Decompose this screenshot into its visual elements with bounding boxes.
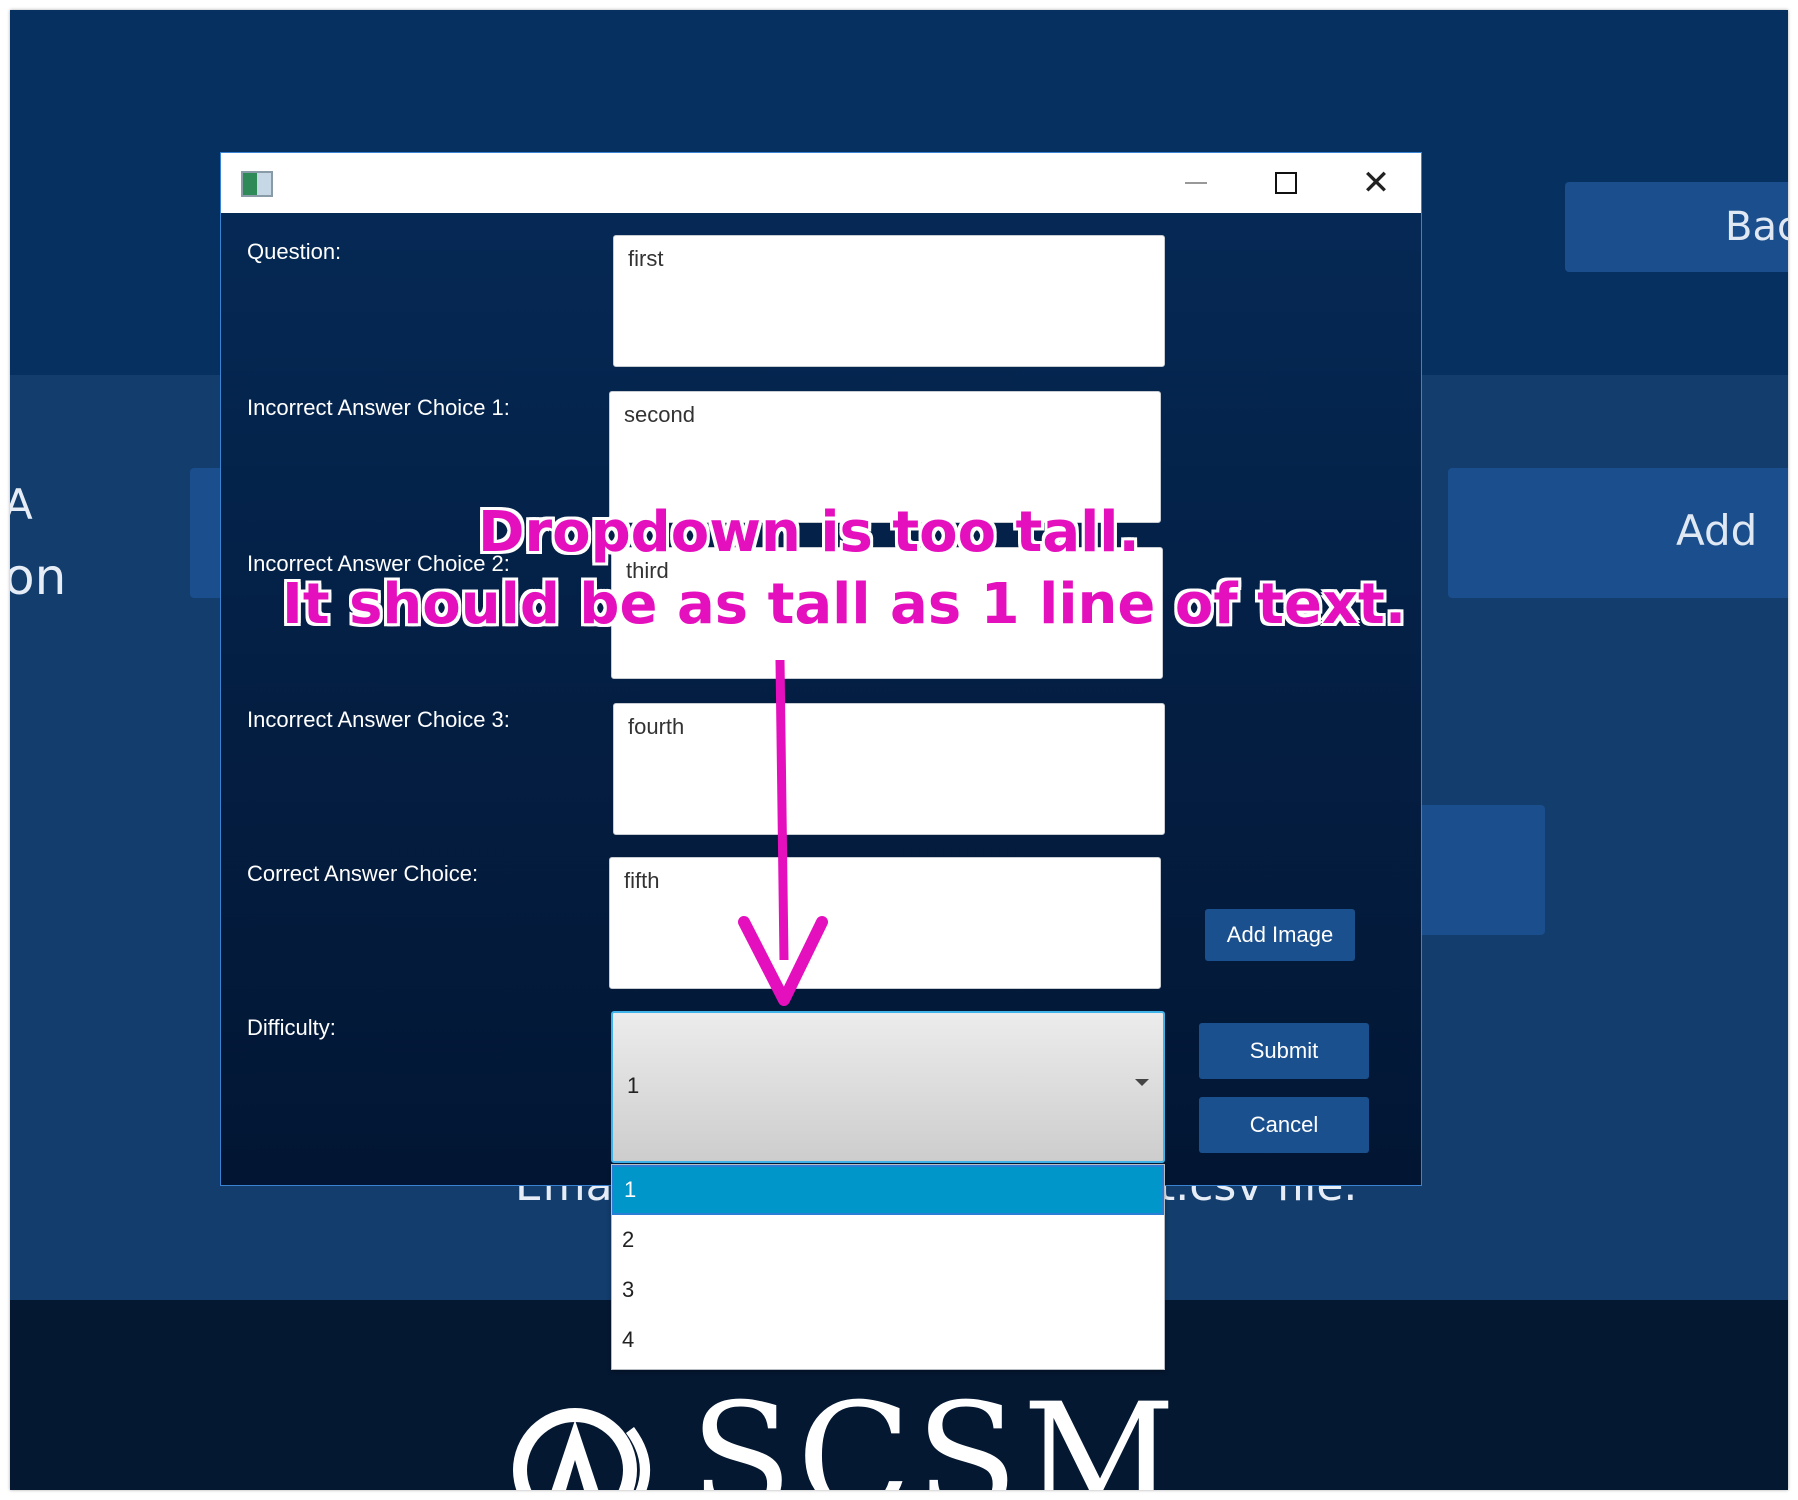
difficulty-selected-value: 1	[627, 1073, 640, 1098]
maximize-icon	[1275, 172, 1297, 194]
add-image-button[interactable]: Add Image	[1205, 909, 1355, 961]
background-text-fragment: on	[10, 548, 67, 606]
cancel-button[interactable]: Cancel	[1199, 1097, 1369, 1153]
back-button-label: Back	[1725, 204, 1788, 250]
maximize-button[interactable]	[1241, 153, 1331, 213]
incorrect-answer-3-label: Incorrect Answer Choice 3:	[247, 707, 510, 732]
difficulty-options-list: 1 2 3 4	[611, 1164, 1165, 1370]
background-text-fragment: A	[10, 480, 33, 529]
add-button-label: Add	[1676, 506, 1758, 555]
difficulty-dropdown[interactable]: 1	[611, 1011, 1165, 1163]
close-icon: ✕	[1361, 163, 1391, 203]
submit-button[interactable]: Submit	[1199, 1023, 1369, 1079]
minimize-button[interactable]	[1151, 153, 1241, 213]
dialog-titlebar[interactable]: ✕	[221, 153, 1421, 213]
add-button[interactable]: Add	[1448, 468, 1788, 598]
annotation-arrow-icon	[738, 660, 828, 1006]
app-window-icon	[241, 171, 273, 197]
background-panel	[1410, 805, 1545, 935]
question-field[interactable]: first	[613, 235, 1165, 367]
difficulty-option[interactable]: 1	[612, 1165, 1164, 1215]
scsm-logo-emblem-icon	[513, 1408, 650, 1490]
screenshot-frame: Back Add A on Ema t.csv file. SCSM ✕ Que…	[10, 10, 1788, 1490]
annotation-line-2: It should be as tall as 1 line of text.	[282, 572, 1407, 637]
difficulty-label: Difficulty:	[247, 1015, 336, 1040]
dropdown-arrow-icon	[1135, 1079, 1149, 1086]
close-button[interactable]: ✕	[1331, 153, 1421, 213]
difficulty-option[interactable]: 4	[612, 1315, 1164, 1365]
difficulty-option[interactable]: 3	[612, 1265, 1164, 1315]
scsm-logo-text: SCSM	[690, 1372, 1180, 1490]
minimize-icon	[1185, 182, 1207, 184]
incorrect-answer-3-field[interactable]: fourth	[613, 703, 1165, 835]
question-label: Question:	[247, 239, 342, 264]
difficulty-option[interactable]: 2	[612, 1215, 1164, 1265]
correct-answer-label: Correct Answer Choice:	[247, 861, 479, 886]
incorrect-answer-1-label: Incorrect Answer Choice 1:	[247, 395, 510, 420]
annotation-line-1: Dropdown is too tall.	[478, 500, 1140, 565]
back-button[interactable]: Back	[1565, 182, 1788, 272]
correct-answer-field[interactable]: fifth	[609, 857, 1161, 989]
